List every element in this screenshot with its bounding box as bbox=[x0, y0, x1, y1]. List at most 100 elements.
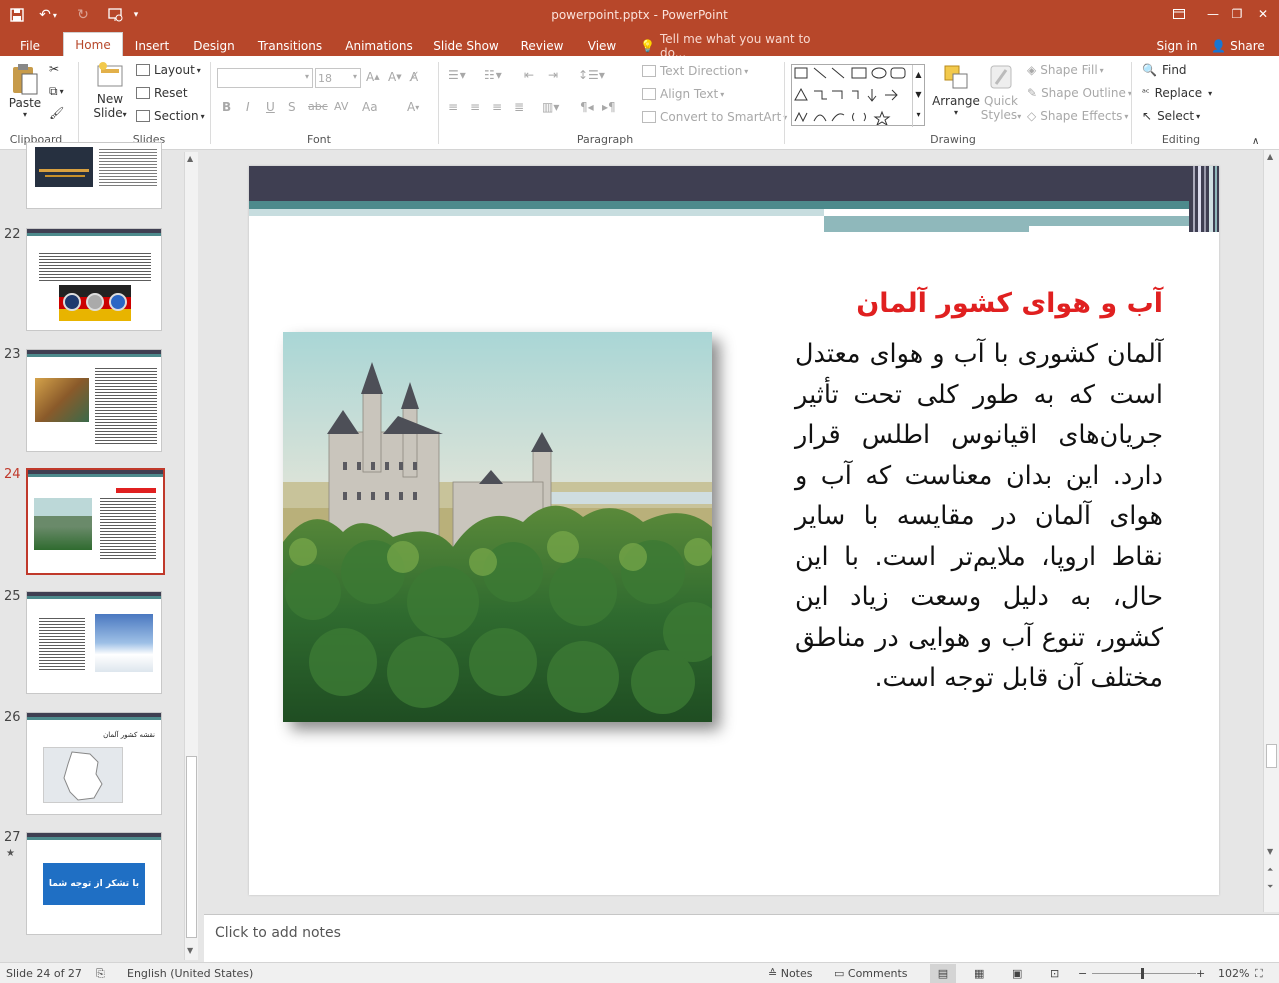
slide-thumbnail-selected[interactable] bbox=[26, 468, 165, 575]
font-size-box[interactable]: 18 ▾ bbox=[315, 68, 361, 88]
new-slide-button[interactable]: New Slide▾ bbox=[88, 60, 132, 130]
grow-font-icon[interactable]: A ▲ bbox=[366, 70, 380, 84]
tab-home[interactable]: Home bbox=[63, 32, 123, 56]
thumbnail-scrollbar[interactable]: ▲ ▼ bbox=[184, 152, 198, 960]
strikethrough-button[interactable]: abc bbox=[308, 100, 328, 113]
align-text-button[interactable]: Align Text ▾ bbox=[642, 87, 724, 101]
close-icon[interactable]: ✕ bbox=[1246, 2, 1279, 26]
zoom-in-icon[interactable]: + bbox=[1196, 967, 1205, 980]
text-direction-button[interactable]: Text Direction ▾ bbox=[642, 64, 748, 78]
layout-button[interactable]: Layout ▾ bbox=[136, 63, 201, 77]
fit-to-window-icon[interactable]: ⛶ bbox=[1255, 967, 1263, 981]
align-center-icon[interactable]: ≡ bbox=[470, 100, 480, 114]
cut-icon[interactable]: ✂ bbox=[49, 62, 59, 76]
slide-thumbnail[interactable] bbox=[26, 142, 162, 209]
slideshow-view-icon[interactable]: ⊡ bbox=[1050, 967, 1059, 980]
tab-insert[interactable]: Insert bbox=[130, 36, 174, 56]
zoom-slider-thumb[interactable] bbox=[1141, 968, 1144, 979]
shape-outline-button[interactable]: ✎ Shape Outline ▾ bbox=[1027, 86, 1132, 100]
slide-thumbnail[interactable] bbox=[26, 349, 162, 452]
zoom-slider[interactable] bbox=[1092, 968, 1196, 979]
spellcheck-icon[interactable]: ⎘ bbox=[96, 967, 105, 981]
bold-button[interactable]: B bbox=[222, 100, 231, 114]
select-button[interactable]: ↖ Select ▾ bbox=[1142, 109, 1200, 123]
convert-smartart-button[interactable]: Convert to SmartArt ▾ bbox=[642, 110, 787, 124]
thumbnail-scroll-thumb[interactable] bbox=[186, 756, 197, 938]
language-indicator[interactable]: English (United States) bbox=[127, 967, 253, 980]
shape-fill-button[interactable]: ◈ Shape Fill ▾ bbox=[1027, 63, 1104, 77]
slide-scroll-thumb[interactable] bbox=[1266, 744, 1277, 768]
scroll-down-icon[interactable]: ▼ bbox=[187, 946, 193, 955]
zoom-out-icon[interactable]: − bbox=[1078, 967, 1087, 980]
tab-animations[interactable]: Animations bbox=[340, 36, 418, 56]
slide-scrollbar[interactable]: ▲ ▼ ⏶ ⏷ bbox=[1263, 150, 1279, 912]
notes-pane[interactable]: Click to add notes bbox=[204, 914, 1279, 962]
slide-thumbnail[interactable] bbox=[26, 228, 162, 331]
find-button[interactable]: 🔍 Find bbox=[1142, 63, 1187, 77]
scroll-down-icon[interactable]: ▼ bbox=[1267, 847, 1273, 856]
comments-toggle[interactable]: ▭ Comments bbox=[834, 967, 908, 980]
tab-file[interactable]: File bbox=[10, 36, 50, 56]
thanks-banner: با تشکر از توجه شما bbox=[43, 863, 145, 905]
neuschwanstein-castle-photo[interactable] bbox=[283, 332, 712, 722]
clear-format-icon[interactable]: A̸ bbox=[410, 70, 418, 84]
slide-thumbnail[interactable]: نقشه کشور آلمان bbox=[26, 712, 162, 815]
tab-slide-show[interactable]: Slide Show bbox=[430, 36, 502, 56]
slide-title[interactable]: آب و هوای کشور آلمان bbox=[779, 288, 1163, 319]
tab-design[interactable]: Design bbox=[189, 36, 239, 56]
align-right-icon[interactable]: ≡ bbox=[492, 100, 502, 114]
scroll-up-icon[interactable]: ▲ bbox=[187, 154, 193, 163]
font-name-box[interactable]: ▾ bbox=[217, 68, 313, 88]
share-button[interactable]: 👤 Share bbox=[1208, 36, 1268, 56]
collapse-ribbon-icon[interactable]: ∧ bbox=[1252, 136, 1259, 147]
numbering-icon[interactable]: ☷▾ bbox=[484, 68, 503, 82]
quick-styles-button[interactable]: Quick Styles▾ bbox=[978, 62, 1024, 136]
shapes-gallery[interactable]: ▲ ▼ ▾ bbox=[791, 64, 925, 127]
ltr-icon[interactable]: ▸¶ bbox=[602, 100, 616, 114]
slide-thumbnail[interactable]: با تشکر از توجه شما bbox=[26, 832, 162, 935]
decrease-indent-icon[interactable]: ⇤ bbox=[524, 68, 534, 82]
format-painter-icon[interactable]: 🖌 bbox=[49, 106, 64, 120]
shape-effects-button[interactable]: ◇ Shape Effects ▾ bbox=[1027, 109, 1128, 123]
font-color-icon[interactable]: A ▾ bbox=[407, 100, 419, 114]
paste-button[interactable]: Paste ▾ bbox=[8, 62, 42, 128]
rtl-icon[interactable]: ¶◂ bbox=[580, 100, 594, 114]
prev-slide-icon[interactable]: ⏶ bbox=[1267, 865, 1273, 875]
line-spacing-icon[interactable]: ↕☰▾ bbox=[578, 68, 605, 82]
slide-sorter-icon[interactable]: ▦ bbox=[974, 967, 984, 980]
copy-icon[interactable]: ⧉ ▾ bbox=[49, 84, 64, 99]
replace-button[interactable]: ᵃᶜ Replace ▾ bbox=[1142, 86, 1212, 100]
tell-me-box[interactable]: 💡 Tell me what you want to do... bbox=[640, 32, 830, 60]
ribbon-display-icon[interactable] bbox=[1162, 2, 1196, 26]
shapes-scroll-icon[interactable]: ▲ ▼ ▾ bbox=[912, 65, 924, 127]
notes-toggle[interactable]: ≙ Notes bbox=[768, 967, 813, 980]
slide-body-text[interactable]: آلمان کشوری با آب و هوای معتدل است که به… bbox=[795, 334, 1163, 699]
change-case-button[interactable]: Aa bbox=[362, 100, 378, 114]
tab-review[interactable]: Review bbox=[514, 36, 570, 56]
char-spacing-button[interactable]: AV bbox=[334, 100, 348, 113]
thumbnail-number: 27 bbox=[4, 830, 21, 845]
underline-button[interactable]: U bbox=[266, 100, 275, 114]
normal-view-icon[interactable]: ▤ bbox=[930, 964, 956, 983]
bullets-icon[interactable]: ☰▾ bbox=[448, 68, 467, 82]
reset-button[interactable]: Reset bbox=[136, 86, 188, 100]
arrange-button[interactable]: Arrange ▾ bbox=[930, 62, 982, 132]
shrink-font-icon[interactable]: A ▼ bbox=[388, 70, 402, 84]
justify-icon[interactable]: ≣ bbox=[514, 100, 524, 114]
italic-button[interactable]: I bbox=[246, 100, 250, 114]
scroll-up-icon[interactable]: ▲ bbox=[1267, 152, 1273, 161]
sign-in-link[interactable]: Sign in bbox=[1152, 36, 1202, 56]
align-left-icon[interactable]: ≡ bbox=[448, 100, 458, 114]
section-button[interactable]: Section ▾ bbox=[136, 109, 205, 123]
slide-thumbnail[interactable] bbox=[26, 591, 162, 694]
tab-view[interactable]: View bbox=[582, 36, 622, 56]
increase-indent-icon[interactable]: ⇥ bbox=[548, 68, 558, 82]
columns-icon[interactable]: ▥▾ bbox=[542, 100, 559, 114]
shadow-button[interactable]: S bbox=[288, 100, 296, 114]
zoom-level[interactable]: 102% bbox=[1218, 967, 1249, 980]
tab-transitions[interactable]: Transitions bbox=[253, 36, 327, 56]
next-slide-icon[interactable]: ⏷ bbox=[1267, 882, 1273, 892]
section-icon bbox=[136, 110, 150, 122]
reading-view-icon[interactable]: ▣ bbox=[1012, 967, 1022, 980]
slide-canvas[interactable]: آب و هوای کشور آلمان آلمان کشوری با آب و… bbox=[249, 166, 1219, 895]
